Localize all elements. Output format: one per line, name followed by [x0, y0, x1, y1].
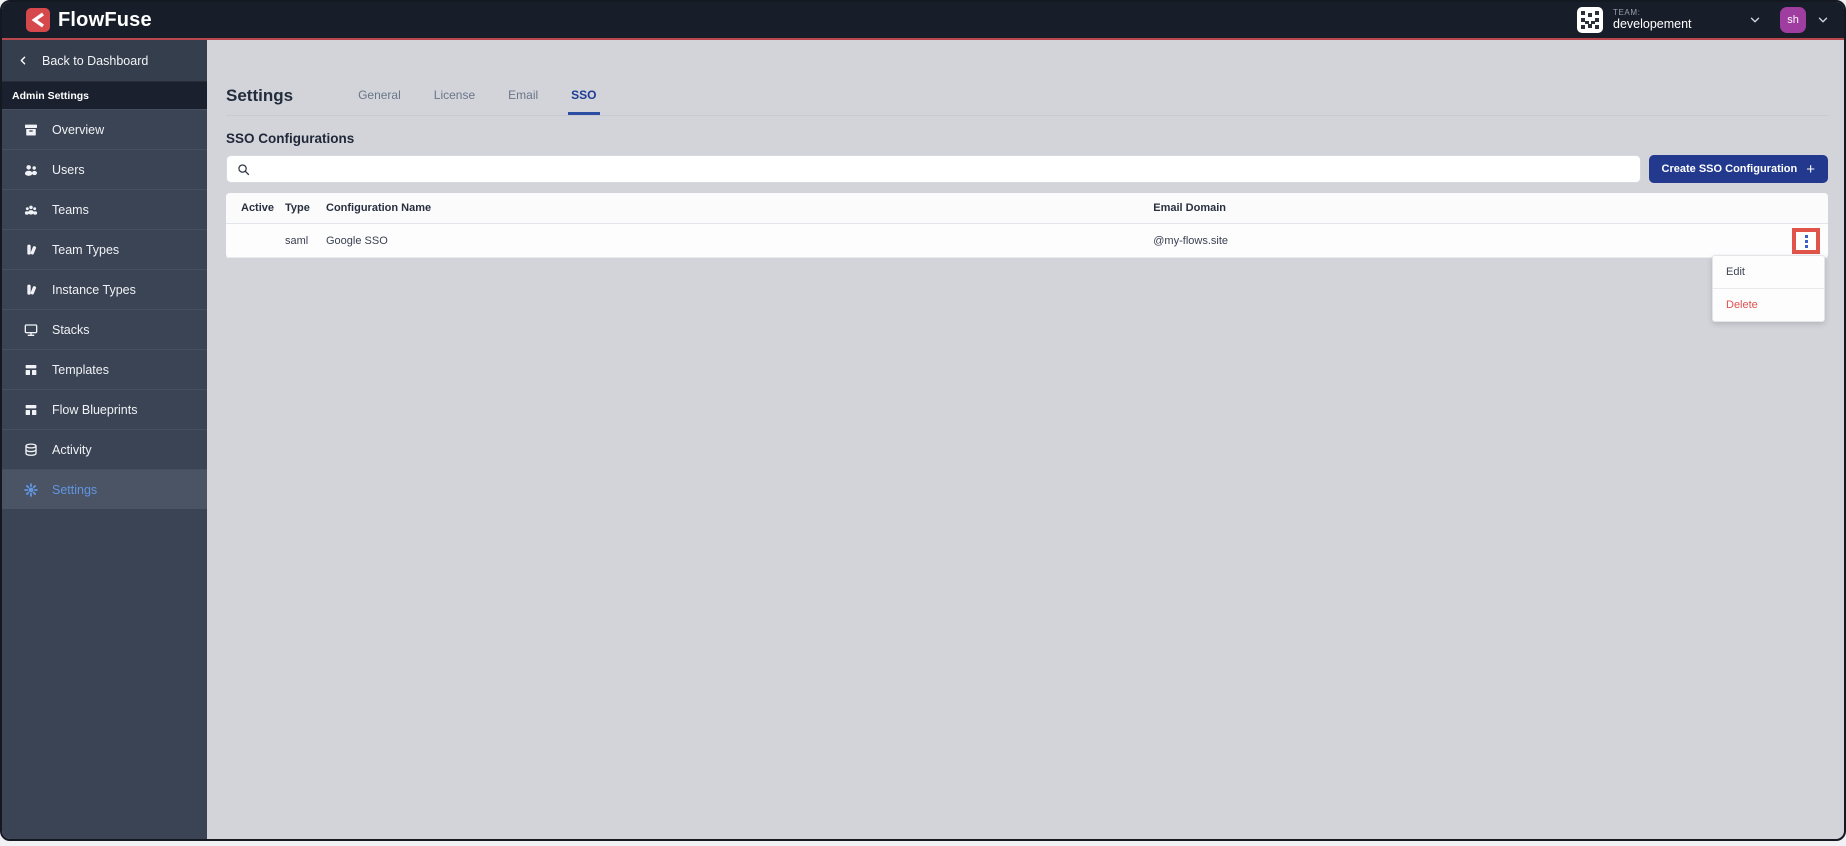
sidebar-item-label: Overview	[52, 122, 105, 137]
sidebar-item-label: Teams	[52, 202, 89, 217]
back-label: Back to Dashboard	[42, 53, 149, 68]
col-type: Type	[285, 202, 310, 214]
sidebar-item-stacks[interactable]: Stacks	[2, 309, 207, 349]
stacks-icon	[23, 322, 39, 338]
user-menu[interactable]: sh	[1780, 7, 1830, 33]
sidebar-item-teams[interactable]: Teams	[2, 189, 207, 229]
page-title: Settings	[226, 86, 294, 105]
plus-icon: +	[1806, 160, 1815, 178]
sidebar-item-users[interactable]: Users	[2, 149, 207, 189]
brand-name: FlowFuse	[58, 8, 152, 31]
sidebar-item-label: Users	[52, 162, 85, 177]
sidebar-section-label: Admin Settings	[2, 82, 207, 109]
templates-icon	[23, 362, 39, 378]
admin-sidebar: Back to Dashboard Admin Settings Overvie…	[2, 40, 207, 839]
search-icon	[236, 162, 251, 177]
activity-icon	[23, 442, 39, 458]
sidebar-item-settings[interactable]: Settings	[2, 469, 207, 509]
team-identicon	[1577, 7, 1603, 33]
cell-email-domain[interactable]: @my-flows.site	[1153, 235, 1780, 247]
cell-type[interactable]: saml	[285, 235, 326, 247]
col-configuration-name: Configuration Name	[326, 202, 432, 214]
sidebar-item-label: Settings	[52, 482, 98, 497]
cell-configuration-name[interactable]: Google SSO	[326, 235, 1153, 247]
sidebar-item-label: Flow Blueprints	[52, 402, 138, 417]
row-context-menu: Edit Delete	[1712, 255, 1825, 322]
settings-tabbar: Settings General License Email SSO	[226, 86, 1828, 116]
table-header-row: Active Type Configuration Name Email Dom…	[226, 193, 1828, 224]
teams-icon	[23, 202, 39, 218]
sidebar-item-overview[interactable]: Overview	[2, 109, 207, 149]
team-selector[interactable]: TEAM: developement	[1577, 7, 1762, 33]
main-content: Settings General License Email SSO SSO C…	[207, 40, 1844, 839]
row-actions-cell: Edit Delete	[1712, 224, 1828, 322]
flow-blueprints-icon	[23, 402, 39, 418]
sidebar-item-label: Team Types	[52, 242, 120, 257]
team-types-icon	[23, 242, 39, 258]
instance-types-icon	[23, 282, 39, 298]
create-sso-button-label: Create SSO Configuration	[1661, 163, 1798, 175]
tab-sso[interactable]: SSO	[568, 88, 600, 115]
team-name: developement	[1613, 17, 1692, 32]
tab-email[interactable]: Email	[505, 88, 541, 115]
avatar: sh	[1780, 7, 1806, 33]
tab-license[interactable]: License	[431, 88, 478, 115]
settings-icon	[23, 482, 39, 498]
app-window: FlowFuse TEAM: developement sh Back to D…	[0, 0, 1846, 841]
brand[interactable]: FlowFuse	[26, 8, 152, 32]
table-row[interactable]: saml Google SSO @my-flows.site Edit Dele…	[226, 224, 1828, 322]
sidebar-item-label: Stacks	[52, 322, 90, 337]
back-to-dashboard-link[interactable]: Back to Dashboard	[2, 40, 207, 82]
col-email-domain: Email Domain	[1153, 202, 1227, 214]
sidebar-item-activity[interactable]: Activity	[2, 429, 207, 469]
kebab-menu-button[interactable]	[1792, 228, 1820, 254]
sidebar-item-team-types[interactable]: Team Types	[2, 229, 207, 269]
overview-icon	[23, 122, 39, 138]
sidebar-item-templates[interactable]: Templates	[2, 349, 207, 389]
section-title: SSO Configurations	[226, 131, 355, 146]
context-menu-delete[interactable]: Delete	[1713, 288, 1824, 321]
col-active: Active	[241, 202, 275, 214]
context-menu-edit[interactable]: Edit	[1713, 256, 1824, 288]
sidebar-item-instance-types[interactable]: Instance Types	[2, 269, 207, 309]
sidebar-item-label: Templates	[52, 362, 109, 377]
sidebar-item-flow-blueprints[interactable]: Flow Blueprints	[2, 389, 207, 429]
users-icon	[23, 162, 39, 178]
create-sso-configuration-button[interactable]: Create SSO Configuration +	[1648, 155, 1828, 183]
team-label: TEAM:	[1613, 8, 1641, 18]
search-input[interactable]	[258, 162, 1631, 176]
chevron-left-icon	[17, 54, 30, 67]
sso-configurations-table: Active Type Configuration Name Email Dom…	[226, 193, 1828, 322]
search-box[interactable]	[226, 155, 1641, 183]
sidebar-item-label: Activity	[52, 442, 92, 457]
tab-general[interactable]: General	[355, 88, 404, 115]
top-header: FlowFuse TEAM: developement sh	[2, 2, 1844, 40]
chevron-down-icon	[1748, 13, 1762, 27]
sidebar-item-label: Instance Types	[52, 282, 136, 297]
flowfuse-logo-icon	[26, 8, 50, 32]
chevron-down-icon	[1816, 13, 1830, 27]
kebab-icon	[1804, 234, 1808, 248]
